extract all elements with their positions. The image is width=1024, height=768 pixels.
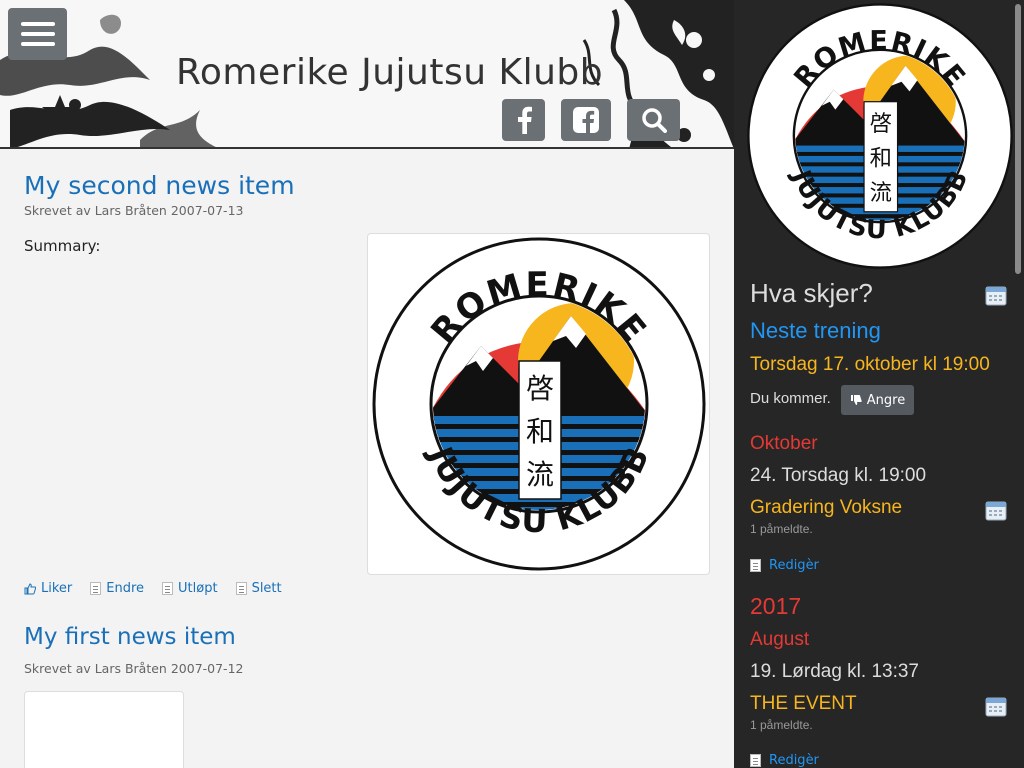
site-header: Romerike Jujutsu Klubb bbox=[0, 0, 734, 149]
event-title[interactable]: THE EVENT bbox=[750, 693, 857, 715]
like-label: Liker bbox=[41, 581, 73, 596]
logo-kanji-2: 和 bbox=[870, 146, 892, 172]
delete-link[interactable]: Slett bbox=[235, 581, 282, 596]
news-image[interactable]: 啓 和 流 ROMERIKE JUJUTSU KLUBB bbox=[367, 233, 710, 575]
site-title: Romerike Jujutsu Klubb bbox=[176, 52, 604, 93]
news-byline: Skrevet av Lars Bråten 2007-07-12 bbox=[24, 661, 244, 676]
calendar-icon[interactable] bbox=[985, 695, 1007, 717]
thumbs-down-icon bbox=[850, 395, 862, 405]
calendar-icon[interactable] bbox=[985, 499, 1007, 521]
calendar-icon[interactable] bbox=[985, 284, 1007, 306]
news-list: My second news item Skrevet av Lars Bråt… bbox=[0, 151, 734, 768]
news-byline: Skrevet av Lars Bråten 2007-07-13 bbox=[24, 203, 244, 218]
news-summary-label: Summary: bbox=[24, 237, 101, 255]
event-date: 19. Lørdag kl. 13:37 bbox=[750, 661, 919, 682]
sidebar-heading: Hva skjer? bbox=[750, 278, 873, 308]
like-link[interactable]: Liker bbox=[24, 581, 72, 596]
next-training-label[interactable]: Neste trening bbox=[750, 318, 881, 344]
event-signup-count: 1 påmeldte. bbox=[750, 718, 813, 732]
document-icon bbox=[750, 559, 761, 572]
edit-event-link[interactable]: Redigèr bbox=[750, 753, 819, 768]
document-icon bbox=[90, 582, 102, 595]
edit-event-label: Redigèr bbox=[769, 558, 819, 573]
month-heading: Oktober bbox=[750, 433, 818, 454]
news-title[interactable]: My first news item bbox=[24, 624, 236, 650]
edit-link[interactable]: Endre bbox=[90, 581, 144, 596]
edit-event-label: Redigèr bbox=[769, 753, 819, 768]
logo-kanji-1: 啓 bbox=[870, 111, 892, 137]
news-image-placeholder bbox=[24, 691, 184, 768]
logo-kanji-3: 流 bbox=[870, 180, 892, 206]
news-title[interactable]: My second news item bbox=[24, 171, 295, 200]
logo-kanji-1: 啓 bbox=[525, 372, 553, 405]
undo-attendance-button[interactable]: Angre bbox=[841, 385, 914, 415]
facebook-button[interactable] bbox=[502, 99, 545, 141]
expire-label: Utløpt bbox=[178, 581, 218, 596]
attending-status: Du kommer. bbox=[750, 390, 831, 407]
logo-kanji-2: 和 bbox=[525, 415, 553, 448]
event-signup-count: 1 påmeldte. bbox=[750, 522, 813, 536]
delete-label: Slett bbox=[251, 581, 282, 596]
events-sidebar: 啓 和 流 ROMERIKE JUJUTSU KLUBB Hva skjer? … bbox=[734, 0, 1024, 768]
next-training-date: Torsdag 17. oktober kl 19:00 bbox=[750, 354, 990, 375]
edit-label: Endre bbox=[106, 581, 145, 596]
logo-kanji-3: 流 bbox=[525, 458, 553, 491]
expire-link[interactable]: Utløpt bbox=[162, 581, 218, 596]
scrollbar[interactable] bbox=[1015, 4, 1021, 274]
event-title[interactable]: Gradering Voksne bbox=[750, 497, 902, 519]
document-icon bbox=[750, 754, 761, 767]
news-actions: Liker Endre Utløpt Slett bbox=[24, 581, 282, 596]
search-icon bbox=[641, 108, 667, 133]
edit-event-link[interactable]: Redigèr bbox=[750, 558, 819, 573]
event-date: 24. Torsdag kl. 19:00 bbox=[750, 465, 927, 486]
facebook-group-button[interactable] bbox=[561, 99, 611, 141]
facebook-square-icon bbox=[573, 107, 599, 133]
year-heading: 2017 bbox=[750, 593, 802, 619]
thumbs-up-icon bbox=[24, 582, 36, 594]
document-icon bbox=[162, 582, 174, 595]
undo-label: Angre bbox=[866, 392, 906, 408]
hamburger-icon bbox=[20, 22, 55, 26]
facebook-icon bbox=[517, 106, 532, 134]
club-logo: 啓 和 流 ROMERIKE JUJUTSU KLUBB bbox=[372, 237, 705, 571]
search-button[interactable] bbox=[627, 99, 680, 141]
hamburger-menu-button[interactable] bbox=[8, 8, 67, 60]
month-heading: August bbox=[750, 629, 810, 650]
club-logo: 啓 和 流 ROMERIKE JUJUTSU KLUBB bbox=[747, 3, 1013, 269]
document-icon bbox=[235, 582, 247, 595]
